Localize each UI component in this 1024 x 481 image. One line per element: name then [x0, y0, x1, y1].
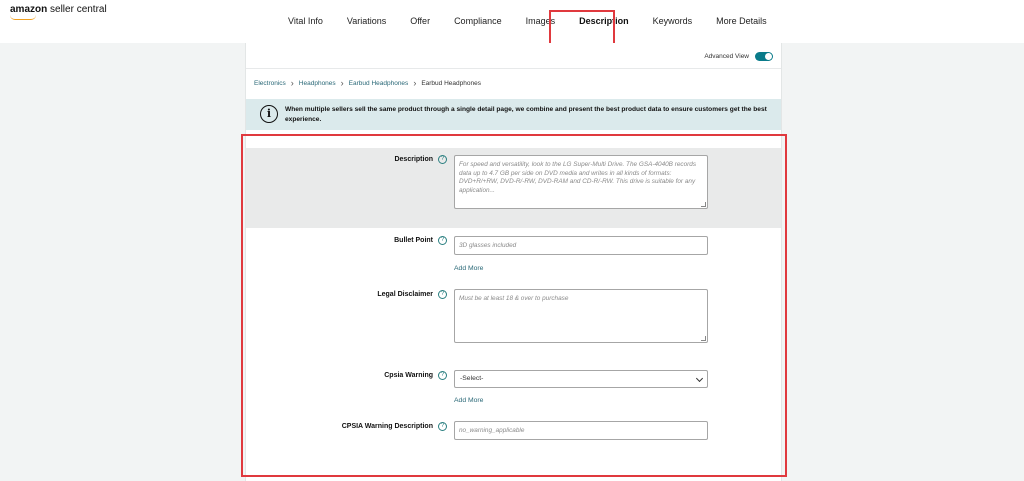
- breadcrumb-earbud-headphones[interactable]: Earbud Headphones: [349, 80, 409, 87]
- tab-bar: Vital Info Variations Offer Compliance I…: [276, 0, 779, 43]
- notice-text: When multiple sellers sell the same prod…: [285, 106, 767, 123]
- info-icon: i: [260, 105, 278, 123]
- breadcrumb: Electronics › Headphones › Earbud Headph…: [254, 78, 481, 88]
- tab-offer[interactable]: Offer: [398, 0, 442, 43]
- tab-keywords[interactable]: Keywords: [641, 0, 705, 43]
- breadcrumb-headphones[interactable]: Headphones: [299, 80, 336, 87]
- tab-compliance[interactable]: Compliance: [442, 0, 514, 43]
- tab-variations[interactable]: Variations: [335, 0, 398, 43]
- advanced-view-toggle[interactable]: [755, 52, 773, 61]
- description-tab-highlight-box: [549, 10, 615, 45]
- chevron-right-icon: ›: [290, 78, 294, 88]
- amazon-seller-central-logo[interactable]: amazon seller central: [10, 4, 107, 20]
- tab-vital-info[interactable]: Vital Info: [276, 0, 335, 43]
- tab-more-details[interactable]: More Details: [704, 0, 779, 43]
- advanced-view-control: Advanced View: [704, 52, 773, 61]
- info-notice-banner: i When multiple sellers sell the same pr…: [246, 99, 781, 130]
- header-divider: [246, 68, 781, 69]
- form-section-highlight-box: [241, 134, 787, 477]
- chevron-right-icon: ›: [340, 78, 344, 88]
- logo-suffix: seller central: [47, 4, 107, 15]
- breadcrumb-current: Earbud Headphones: [421, 79, 481, 87]
- logo-brand: amazon: [10, 4, 48, 15]
- chevron-right-icon: ›: [413, 78, 417, 88]
- breadcrumb-electronics[interactable]: Electronics: [254, 80, 286, 87]
- smile-icon: [10, 15, 36, 20]
- advanced-view-label: Advanced View: [704, 53, 749, 60]
- top-header: amazon seller central Vital Info Variati…: [0, 0, 1024, 43]
